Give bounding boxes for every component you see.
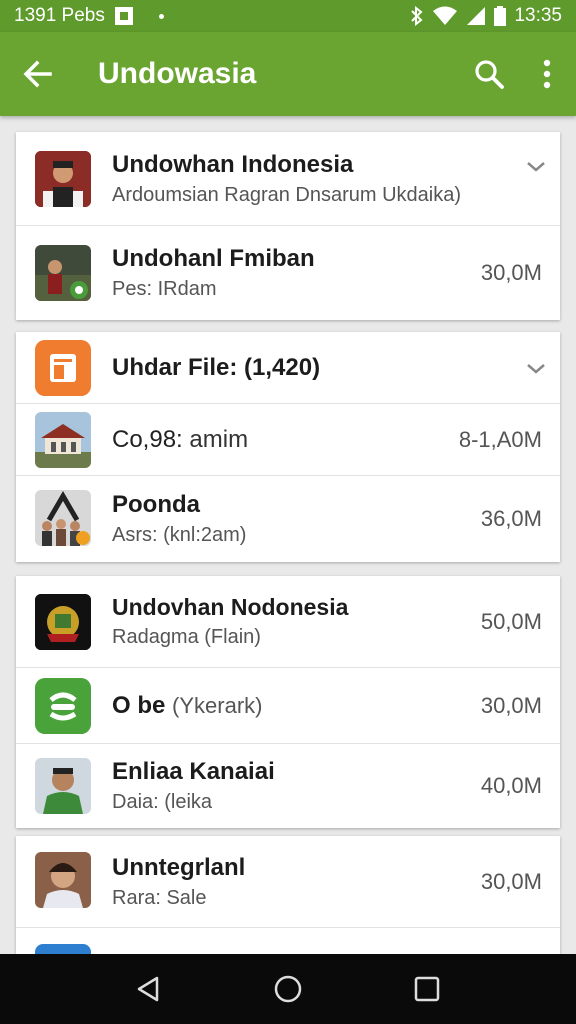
- item-title: Uhdar File: (1,420): [112, 353, 321, 381]
- status-bar: 1391 Pebs 13:35: [0, 0, 576, 32]
- list-card: Uhdar File: (1,420) Co,98: amim 8-1,A0M …: [16, 332, 560, 562]
- list-item[interactable]: Undovhan Nodonesia Radagma (Flain) 50,0M: [16, 576, 560, 668]
- list-card: Unntegrlanl Rara: Sale 30,0M: [16, 836, 560, 954]
- file-app-icon: [35, 340, 91, 396]
- item-title-extra: (Ykerark): [172, 692, 263, 718]
- item-title: Undowhan Indonesia: [112, 150, 354, 178]
- notification-dot-icon: [158, 13, 164, 19]
- item-size: 40,0M: [480, 773, 542, 798]
- system-nav-bar: [0, 954, 576, 1024]
- blue-app-icon: [35, 944, 91, 954]
- more-vert-icon: [543, 59, 551, 89]
- more-options-button[interactable]: [518, 32, 576, 116]
- item-size: 30,0M: [480, 260, 542, 285]
- app-thumbnail: [35, 852, 91, 908]
- wifi-icon: [433, 6, 458, 25]
- app-thumbnail: [35, 151, 91, 207]
- list-item[interactable]: Undohanl Fmiban Pes: IRdam 30,0M: [16, 226, 560, 320]
- item-size: 30,0M: [480, 868, 542, 894]
- item-subtitle: Daia: (leika: [112, 791, 213, 813]
- item-subtitle: Radagma (Flain): [112, 626, 261, 648]
- search-button[interactable]: [460, 32, 518, 116]
- bluetooth-icon: [411, 6, 423, 26]
- item-size: 8-1,A0M: [458, 426, 542, 452]
- app-thumbnail: [35, 490, 91, 546]
- item-size: 30,0M: [480, 692, 542, 718]
- list-item[interactable]: Undowhan Indonesia Ardoumsian Ragran Dns…: [16, 132, 560, 226]
- nav-home-button[interactable]: [258, 959, 318, 1019]
- nav-recents-button[interactable]: [397, 959, 457, 1019]
- list-item[interactable]: Uhdar File: (1,420): [16, 332, 560, 404]
- recents-square-icon: [414, 976, 439, 1002]
- status-time: 13:35: [514, 5, 562, 26]
- item-size: 50,0M: [480, 608, 542, 634]
- battery-icon: [494, 6, 507, 26]
- chevron-down-icon[interactable]: [524, 356, 548, 380]
- list-card: Undovhan Nodonesia Radagma (Flain) 50,0M…: [16, 576, 560, 828]
- list-item[interactable]: Unntegrlanl Rara: Sale 30,0M: [16, 836, 560, 928]
- chevron-down-icon[interactable]: [524, 154, 548, 178]
- item-title: Unntegrlanl: [112, 853, 246, 881]
- list-item[interactable]: [16, 928, 560, 954]
- item-size: 36,0M: [480, 506, 542, 531]
- item-title: Co,98:: [112, 425, 183, 453]
- back-button[interactable]: [0, 32, 76, 116]
- app-thumbnail: [35, 758, 91, 814]
- item-title: O be: [112, 691, 166, 719]
- page-title: Undowasia: [98, 57, 257, 90]
- list-item[interactable]: O be (Ykerark) 30,0M: [16, 668, 560, 744]
- home-circle-icon: [274, 975, 302, 1003]
- back-triangle-icon: [138, 976, 159, 1002]
- item-title: Enliaa Kanaiai: [112, 758, 275, 785]
- nav-back-button[interactable]: [119, 959, 179, 1019]
- app-thumbnail: [35, 594, 91, 650]
- app-bar: Undowasia: [0, 32, 576, 116]
- search-icon: [475, 60, 504, 89]
- item-title-extra: amim: [189, 425, 249, 453]
- list-item[interactable]: Co,98: amim 8-1,A0M: [16, 404, 560, 476]
- item-title: Undohanl Fmiban: [112, 245, 315, 272]
- item-subtitle: Asrs: (knl:2am): [112, 524, 247, 546]
- status-left-text: 1391 Pebs: [14, 5, 105, 26]
- list-item[interactable]: Poonda Asrs: (knl:2am) 36,0M: [16, 476, 560, 562]
- signal-icon: [467, 7, 486, 25]
- app-thumbnail: [35, 412, 91, 468]
- item-subtitle: Rara: Sale: [112, 886, 207, 909]
- app-thumbnail: [35, 245, 91, 301]
- item-title: Poonda: [112, 491, 200, 518]
- back-arrow-icon: [23, 60, 52, 88]
- list-item[interactable]: Enliaa Kanaiai Daia: (leika 40,0M: [16, 744, 560, 828]
- item-subtitle: Pes: IRdam: [112, 278, 217, 300]
- green-app-icon: [35, 678, 91, 734]
- item-title: Undovhan Nodonesia: [112, 594, 349, 620]
- app-list: Undowhan Indonesia Ardoumsian Ragran Dns…: [0, 116, 576, 954]
- list-card: Undowhan Indonesia Ardoumsian Ragran Dns…: [16, 132, 560, 320]
- item-subtitle: Ardoumsian Ragran Dnsarum Ukdaika): [112, 183, 462, 206]
- notification-icon: [114, 7, 133, 25]
